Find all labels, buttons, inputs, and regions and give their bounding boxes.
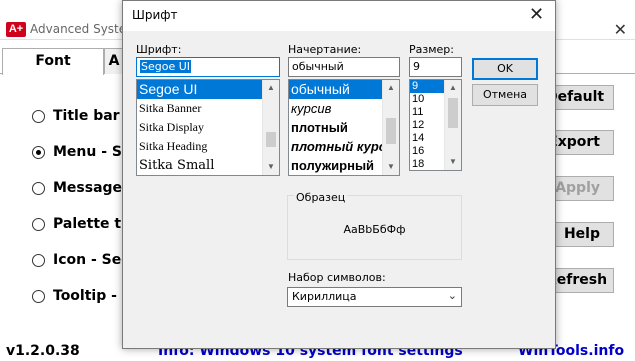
font-list-item[interactable]: Sitka Display <box>137 118 279 137</box>
radio-label: Menu - Se <box>53 144 132 160</box>
sample-preview-text: AaBbБбФф <box>343 223 406 236</box>
dialog-titlebar: Шрифт ✕ <box>123 1 555 31</box>
font-name-input[interactable]: Segoe UI <box>136 57 280 77</box>
tab-font[interactable]: Font <box>2 48 104 75</box>
size-listbox[interactable]: 9 10 11 12 14 16 18 ▲ ▼ <box>409 79 462 171</box>
scroll-down-icon[interactable]: ▼ <box>383 159 399 175</box>
radio-title-bar[interactable]: Title bar - <box>32 108 130 124</box>
scroll-up-icon[interactable]: ▲ <box>263 80 279 96</box>
sample-label: Образец <box>294 191 348 204</box>
scroll-thumb[interactable] <box>266 132 276 147</box>
font-list-item[interactable]: Sitka Banner <box>137 99 279 118</box>
font-name-value: Segoe UI <box>140 60 192 73</box>
font-list-item[interactable]: Sitka Small <box>137 156 279 175</box>
style-list-scrollbar[interactable]: ▲ ▼ <box>382 80 399 175</box>
ok-button[interactable]: OK <box>472 58 538 80</box>
radio-button-icon[interactable] <box>32 181 45 195</box>
style-listbox[interactable]: обычный курсив плотный плотный курсив по… <box>288 79 400 176</box>
radio-label: Tooltip - S <box>53 288 132 304</box>
radio-button-icon[interactable] <box>32 217 45 231</box>
radio-tooltip[interactable]: Tooltip - S <box>32 288 132 304</box>
size-list-scrollbar[interactable]: ▲ ▼ <box>444 80 461 170</box>
font-label: Шрифт: <box>136 43 182 56</box>
app-close-icon[interactable]: ✕ <box>614 20 627 40</box>
size-label: Размер: <box>409 43 454 56</box>
radio-button-icon[interactable] <box>32 253 45 267</box>
size-value: 9 <box>413 60 420 73</box>
scroll-thumb[interactable] <box>386 118 396 144</box>
style-input[interactable]: обычный <box>288 57 400 77</box>
font-list-item[interactable]: Sitka Heading <box>137 137 279 156</box>
radio-button-icon[interactable] <box>32 109 45 123</box>
app-logo-icon: A+ <box>6 22 26 37</box>
radio-icon[interactable]: Icon - Seg <box>32 252 131 268</box>
font-listbox[interactable]: Segoe UI Sitka Banner Sitka Display Sitk… <box>136 79 280 176</box>
scroll-up-icon[interactable]: ▲ <box>445 80 461 96</box>
font-dialog: Шрифт ✕ Шрифт: Segoe UI Segoe UI Sitka B… <box>122 0 556 349</box>
font-list-item[interactable]: Segoe UI <box>137 80 279 99</box>
charset-dropdown[interactable]: Кириллица ⌄ <box>287 287 462 307</box>
radio-button-icon[interactable] <box>32 289 45 303</box>
radio-label: Title bar - <box>53 108 131 124</box>
radio-label: Icon - Seg <box>53 252 132 268</box>
scroll-down-icon[interactable]: ▼ <box>445 154 461 170</box>
style-label: Начертание: <box>288 43 362 56</box>
tab-advanced[interactable]: A <box>104 48 124 74</box>
size-input[interactable]: 9 <box>409 57 462 77</box>
radio-menu[interactable]: Menu - Se <box>32 144 132 160</box>
scroll-thumb[interactable] <box>448 98 458 128</box>
sample-groupbox: Образец AaBbБбФф <box>287 191 462 260</box>
radio-button-checked-icon[interactable] <box>32 145 45 159</box>
chevron-down-icon[interactable]: ⌄ <box>448 289 457 302</box>
dialog-title: Шрифт <box>132 8 178 22</box>
font-list-scrollbar[interactable]: ▲ ▼ <box>262 80 279 175</box>
radio-label: Palette tit <box>53 216 133 232</box>
close-icon[interactable]: ✕ <box>529 4 544 25</box>
version-label: v1.2.0.38 <box>6 343 80 359</box>
scroll-up-icon[interactable]: ▲ <box>383 80 399 96</box>
style-value: обычный <box>292 60 344 73</box>
scroll-down-icon[interactable]: ▼ <box>263 159 279 175</box>
charset-value: Кириллица <box>292 290 357 303</box>
charset-label: Набор символов: <box>288 271 386 284</box>
radio-palette-title[interactable]: Palette tit <box>32 216 133 232</box>
cancel-button[interactable]: Отмена <box>472 84 538 106</box>
